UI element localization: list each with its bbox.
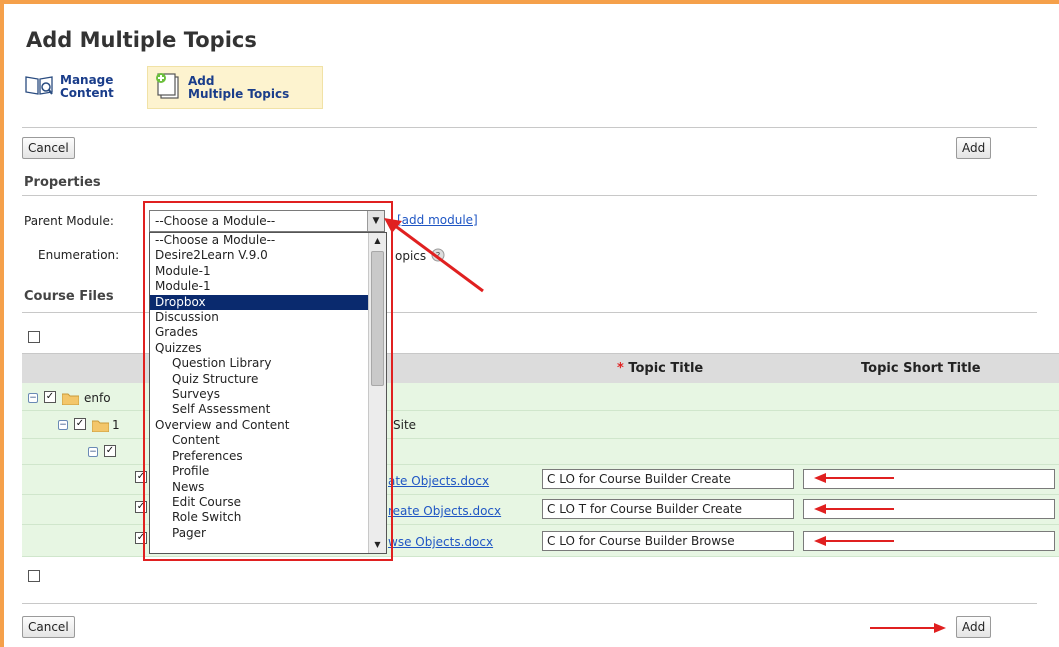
collapse-icon[interactable]: − <box>28 393 38 403</box>
dropdown-option[interactable]: Content <box>150 433 368 448</box>
book-icon <box>24 73 54 100</box>
dropdown-option[interactable]: Module-1 <box>150 279 368 294</box>
cancel-button-top[interactable]: Cancel <box>22 137 75 159</box>
properties-heading: Properties <box>24 175 101 190</box>
add-label-1: Add <box>188 73 215 88</box>
enumeration-label: Enumeration: <box>38 248 120 262</box>
topic-title-input[interactable]: C LO T for Course Builder Create <box>542 499 794 519</box>
add-button-top[interactable]: Add <box>956 137 992 159</box>
add-button-bottom[interactable]: Add <box>956 616 992 638</box>
annotation-arrow-icon <box>870 623 946 633</box>
parent-module-label: Parent Module: <box>24 214 114 228</box>
annotation-arrow-icon <box>814 536 894 546</box>
dropdown-option[interactable]: Surveys <box>150 387 368 402</box>
dropdown-option[interactable]: Pager <box>150 526 368 541</box>
dropdown-option[interactable]: Profile <box>150 464 368 479</box>
dropdown-option[interactable]: Dropbox <box>150 294 368 311</box>
topic-short-title-header: Topic Short Title <box>861 361 981 376</box>
parent-module-selected-value: --Choose a Module-- <box>155 214 276 228</box>
dropdown-option[interactable]: News <box>150 480 368 495</box>
collapse-icon[interactable]: − <box>88 447 98 457</box>
folder-label: enfo <box>84 391 111 405</box>
add-document-icon <box>154 71 182 104</box>
folder-icon <box>92 420 109 432</box>
parent-module-select[interactable]: --Choose a Module-- ▼ <box>149 210 385 232</box>
topic-title-input[interactable]: C LO for Course Builder Browse <box>542 531 794 551</box>
file-link[interactable]: reate Objects.docx <box>388 504 501 518</box>
file-checkbox[interactable]: ✓ <box>135 501 147 513</box>
required-mark: * <box>617 361 624 376</box>
dropdown-option[interactable]: Preferences <box>150 449 368 464</box>
course-files-heading: Course Files <box>24 289 114 304</box>
file-checkbox[interactable]: ✓ <box>135 532 147 544</box>
dropdown-option[interactable]: Edit Course <box>150 495 368 510</box>
dropdown-option[interactable]: Self Assessment <box>150 402 368 417</box>
divider <box>22 127 1037 128</box>
dropdown-option[interactable]: Quizzes <box>150 341 368 356</box>
file-link[interactable]: ate Objects.docx <box>388 474 489 488</box>
file-checkbox[interactable]: ✓ <box>135 471 147 483</box>
file-link[interactable]: wse Objects.docx <box>388 535 493 549</box>
dropdown-option[interactable]: Desire2Learn V.9.0 <box>150 248 368 263</box>
folder-label: 1 <box>112 418 120 432</box>
folder-checkbox[interactable]: ✓ <box>104 445 116 457</box>
dropdown-option[interactable]: Quiz Structure <box>150 372 368 387</box>
scroll-down-icon[interactable]: ▼ <box>369 537 386 553</box>
dropdown-option[interactable]: Module-1 <box>150 264 368 279</box>
dropdown-option[interactable]: --Choose a Module-- <box>150 233 368 248</box>
page-title: Add Multiple Topics <box>26 28 257 52</box>
folder-checkbox[interactable]: ✓ <box>44 391 56 403</box>
manage-content-button[interactable]: Manage Content <box>24 73 114 100</box>
annotation-arrow-icon <box>384 218 484 293</box>
dropdown-option[interactable]: Overview and Content <box>150 418 368 433</box>
manage-label-2: Content <box>60 85 114 100</box>
annotation-arrow-icon <box>814 473 894 483</box>
dropdown-option[interactable]: Role Switch <box>150 510 368 525</box>
module-dropdown-list[interactable]: --Choose a Module-- Desire2Learn V.9.0 Mod… <box>149 232 387 554</box>
topic-title-header: * Topic Title <box>617 361 703 376</box>
topic-title-header-label: Topic Title <box>628 361 704 376</box>
topic-title-input[interactable]: C LO for Course Builder Create <box>542 469 794 489</box>
dropdown-option[interactable]: Grades <box>150 325 368 340</box>
cancel-button-bottom[interactable]: Cancel <box>22 616 75 638</box>
select-all-checkbox-bottom[interactable] <box>28 570 40 582</box>
manage-label-1: Manage <box>60 72 114 87</box>
divider <box>22 195 1037 196</box>
add-label-2: Multiple Topics <box>188 86 290 101</box>
dropdown-option[interactable]: Question Library <box>150 356 368 371</box>
select-all-checkbox[interactable] <box>28 331 40 343</box>
collapse-icon[interactable]: − <box>58 420 68 430</box>
folder-label-suffix: Site <box>393 418 417 432</box>
add-multiple-topics-button[interactable]: Add Multiple Topics <box>147 66 323 109</box>
dropdown-option[interactable]: Discussion <box>150 310 368 325</box>
annotation-arrow-icon <box>814 504 894 514</box>
folder-checkbox[interactable]: ✓ <box>74 418 86 430</box>
folder-icon <box>62 393 79 405</box>
divider <box>22 603 1037 604</box>
